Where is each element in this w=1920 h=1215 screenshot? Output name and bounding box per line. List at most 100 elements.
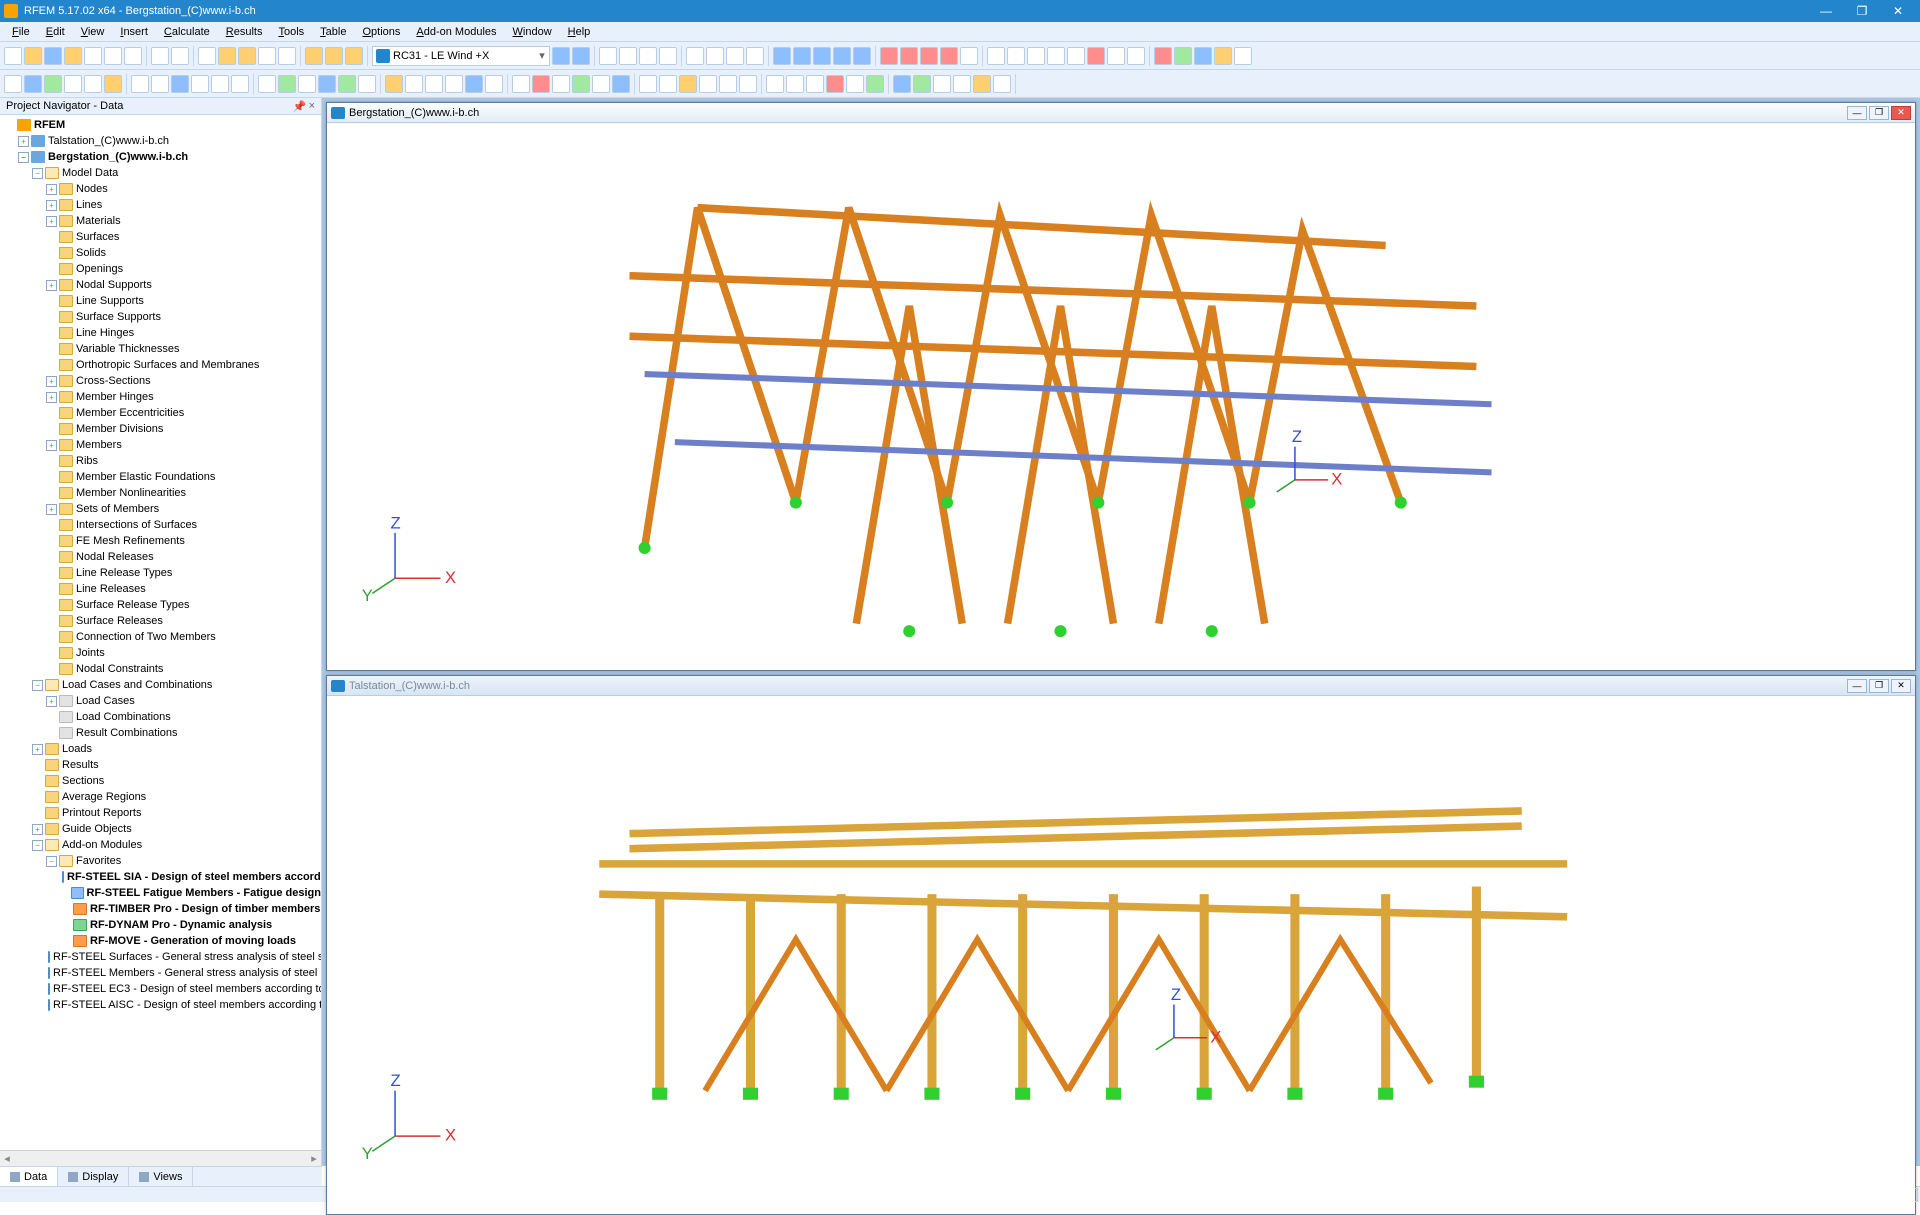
nav-tab-display[interactable]: Display [58,1167,129,1186]
tb-icon[interactable] [358,75,376,93]
child-maximize-button[interactable]: ❐ [1869,106,1889,120]
tb-icon[interactable] [853,47,871,65]
menu-options[interactable]: Options [356,24,406,40]
tree-item[interactable]: Printout Reports [0,805,321,821]
tb-icon[interactable] [191,75,209,93]
tb-icon[interactable] [1087,47,1105,65]
child-minimize-button[interactable]: — [1847,106,1867,120]
tb-icon[interactable] [1174,47,1192,65]
child-minimize-button[interactable]: — [1847,679,1867,693]
tb-print-icon[interactable] [104,47,122,65]
menu-view[interactable]: View [75,24,111,40]
child-close-button[interactable]: ✕ [1891,106,1911,120]
tree-item[interactable]: Member Nonlinearities [0,485,321,501]
tree-item[interactable]: −Model Data [0,165,321,181]
tree-item[interactable]: RF-STEEL SIA - Design of steel members a… [0,869,321,885]
tree-item[interactable]: Nodal Constraints [0,661,321,677]
tb-icon[interactable] [1027,47,1045,65]
tb-prev-icon[interactable] [552,47,570,65]
tb-icon[interactable] [572,75,590,93]
tb-icon[interactable] [238,47,256,65]
tb-icon[interactable] [953,75,971,93]
tb-icon[interactable] [900,47,918,65]
tree-item[interactable]: RF-TIMBER Pro - Design of timber members [0,901,321,917]
tb-icon[interactable] [318,75,336,93]
menu-table[interactable]: Table [314,24,352,40]
tb-icon[interactable] [325,47,343,65]
tree-item[interactable]: Ribs [0,453,321,469]
tb-icon[interactable] [445,75,463,93]
nav-tab-data[interactable]: Data [0,1167,58,1186]
tree-item[interactable]: RF-STEEL Members - General stress analys… [0,965,321,981]
tree-item[interactable]: Connection of Two Members [0,629,321,645]
tb-icon[interactable] [619,47,637,65]
tree-item[interactable]: +Nodal Supports [0,277,321,293]
tb-icon[interactable] [659,47,677,65]
tb-save-icon[interactable] [44,47,62,65]
tree-item[interactable]: −Bergstation_(C)www.i-b.ch [0,149,321,165]
tb-next-icon[interactable] [572,47,590,65]
menu-file[interactable]: File [6,24,36,40]
tb-new-icon[interactable] [4,47,22,65]
child-close-button[interactable]: ✕ [1891,679,1911,693]
menu-add-on-modules[interactable]: Add-on Modules [410,24,502,40]
chevron-down-icon[interactable]: ▾ [535,49,549,62]
tree-item[interactable]: Surface Release Types [0,597,321,613]
tb-icon[interactable] [766,75,784,93]
tree-item[interactable]: FE Mesh Refinements [0,533,321,549]
tree-item[interactable]: Surface Supports [0,309,321,325]
nav-tab-views[interactable]: Views [129,1167,193,1186]
navigator-tree[interactable]: RFEM+Talstation_(C)www.i-b.ch−Bergstatio… [0,115,321,1150]
tb-icon[interactable] [198,47,216,65]
tb-icon[interactable] [659,75,677,93]
menu-edit[interactable]: Edit [40,24,71,40]
tree-item[interactable]: Line Hinges [0,325,321,341]
tree-item[interactable]: Member Divisions [0,421,321,437]
tb-icon[interactable] [385,75,403,93]
tb-icon[interactable] [151,75,169,93]
tb-icon[interactable] [1007,47,1025,65]
tb-icon[interactable] [298,75,316,93]
tb-icon[interactable] [866,75,884,93]
tb-icon[interactable] [345,47,363,65]
tree-item[interactable]: +Loads [0,741,321,757]
tb-icon[interactable] [639,75,657,93]
menu-tools[interactable]: Tools [272,24,310,40]
tree-item[interactable]: Surface Releases [0,613,321,629]
tb-icon[interactable] [124,47,142,65]
tree-item[interactable]: Member Elastic Foundations [0,469,321,485]
tb-icon[interactable] [1047,47,1065,65]
tree-item[interactable]: Line Releases [0,581,321,597]
tb-icon[interactable] [278,47,296,65]
tree-item[interactable]: Nodal Releases [0,549,321,565]
tb-icon[interactable] [278,75,296,93]
tb-icon[interactable] [806,75,824,93]
tree-item[interactable]: RF-STEEL Fatigue Members - Fatigue desig… [0,885,321,901]
tree-item[interactable]: +Sets of Members [0,501,321,517]
tree-item[interactable]: Result Combinations [0,725,321,741]
maximize-button[interactable]: ❐ [1844,4,1880,18]
tb-icon[interactable] [679,75,697,93]
tree-item[interactable]: Orthotropic Surfaces and Membranes [0,357,321,373]
menu-calculate[interactable]: Calculate [158,24,216,40]
tb-icon[interactable] [258,47,276,65]
tree-item[interactable]: +Member Hinges [0,389,321,405]
tb-icon[interactable] [833,47,851,65]
tb-icon[interactable] [64,75,82,93]
tree-item[interactable]: Average Regions [0,789,321,805]
tb-icon[interactable] [1234,47,1252,65]
tb-icon[interactable] [773,47,791,65]
tree-item[interactable]: Sections [0,773,321,789]
tree-item[interactable]: +Nodes [0,181,321,197]
tb-icon[interactable] [793,47,811,65]
tree-item[interactable]: −Load Cases and Combinations [0,677,321,693]
tb-icon[interactable] [131,75,149,93]
tb-icon[interactable] [338,75,356,93]
tree-item[interactable]: −Add-on Modules [0,837,321,853]
tb-icon[interactable] [24,75,42,93]
pin-icon[interactable]: 📌 [293,100,305,112]
tree-item[interactable]: RF-MOVE - Generation of moving loads [0,933,321,949]
tb-icon[interactable] [686,47,704,65]
tb-icon[interactable] [893,75,911,93]
tb-icon[interactable] [599,47,617,65]
